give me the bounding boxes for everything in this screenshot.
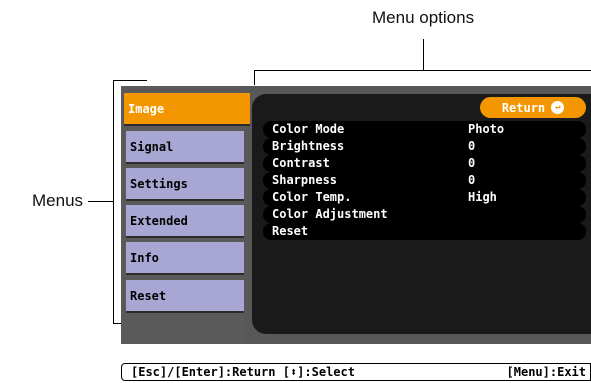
option-value: 0 [468,173,476,187]
enter-icon: ↵ [551,101,565,114]
tab-extended-label: Extended [130,213,188,228]
option-value: 0 [468,156,476,170]
option-label: Sharpness [272,173,338,187]
menu-options-callout: Menu options [372,8,475,27]
option-row-brightness[interactable]: Brightness 0 [263,138,586,155]
option-row-color-mode[interactable]: Color Mode Photo [263,121,586,138]
help-bar-exit-hint: [Menu]:Exit [506,365,586,379]
tab-reset-label: Reset [130,288,167,303]
option-label: Color Temp. [272,190,352,204]
tab-signal[interactable]: Signal [126,131,244,164]
option-row-contrast[interactable]: Contrast 0 [263,155,586,172]
menu-options-bracket-top [254,70,591,71]
option-value: Photo [468,122,505,136]
help-bar: [Esc]/[Enter]:Return [⬍]:Select [Menu]:E… [121,363,591,381]
option-row-reset[interactable]: Reset [263,223,586,240]
tab-extended[interactable]: Extended [126,205,244,238]
menu-options-bracket-left [254,70,255,85]
tab-image-label: Image [128,101,165,116]
tab-info-label: Info [130,250,159,265]
menus-callout: Menus [32,191,84,210]
tab-settings[interactable]: Settings [126,168,244,201]
option-value: High [468,190,497,204]
menus-leader-line [88,201,113,202]
option-label: Brightness [272,139,345,153]
return-button[interactable]: Return ↵ [480,97,586,118]
tab-settings-label: Settings [130,176,188,191]
tab-signal-label: Signal [130,139,174,154]
tab-reset[interactable]: Reset [126,280,244,313]
option-label: Reset [272,224,309,238]
option-label: Color Adjustment [272,207,388,221]
return-button-label: Return [501,100,546,115]
option-row-color-temp[interactable]: Color Temp. High [263,189,586,206]
option-row-color-adjustment[interactable]: Color Adjustment [263,206,586,223]
option-label: Contrast [272,156,330,170]
option-label: Color Mode [272,122,345,136]
option-value: 0 [468,139,476,153]
menu-options-leader-line [423,39,424,70]
help-bar-navigation-hint: [Esc]/[Enter]:Return [⬍]:Select [131,365,355,379]
menus-bracket-top [113,80,147,81]
option-row-sharpness[interactable]: Sharpness 0 [263,172,586,189]
tab-info[interactable]: Info [126,242,244,275]
tab-image[interactable]: Image [124,93,250,126]
menus-bracket-vertical [113,80,114,324]
